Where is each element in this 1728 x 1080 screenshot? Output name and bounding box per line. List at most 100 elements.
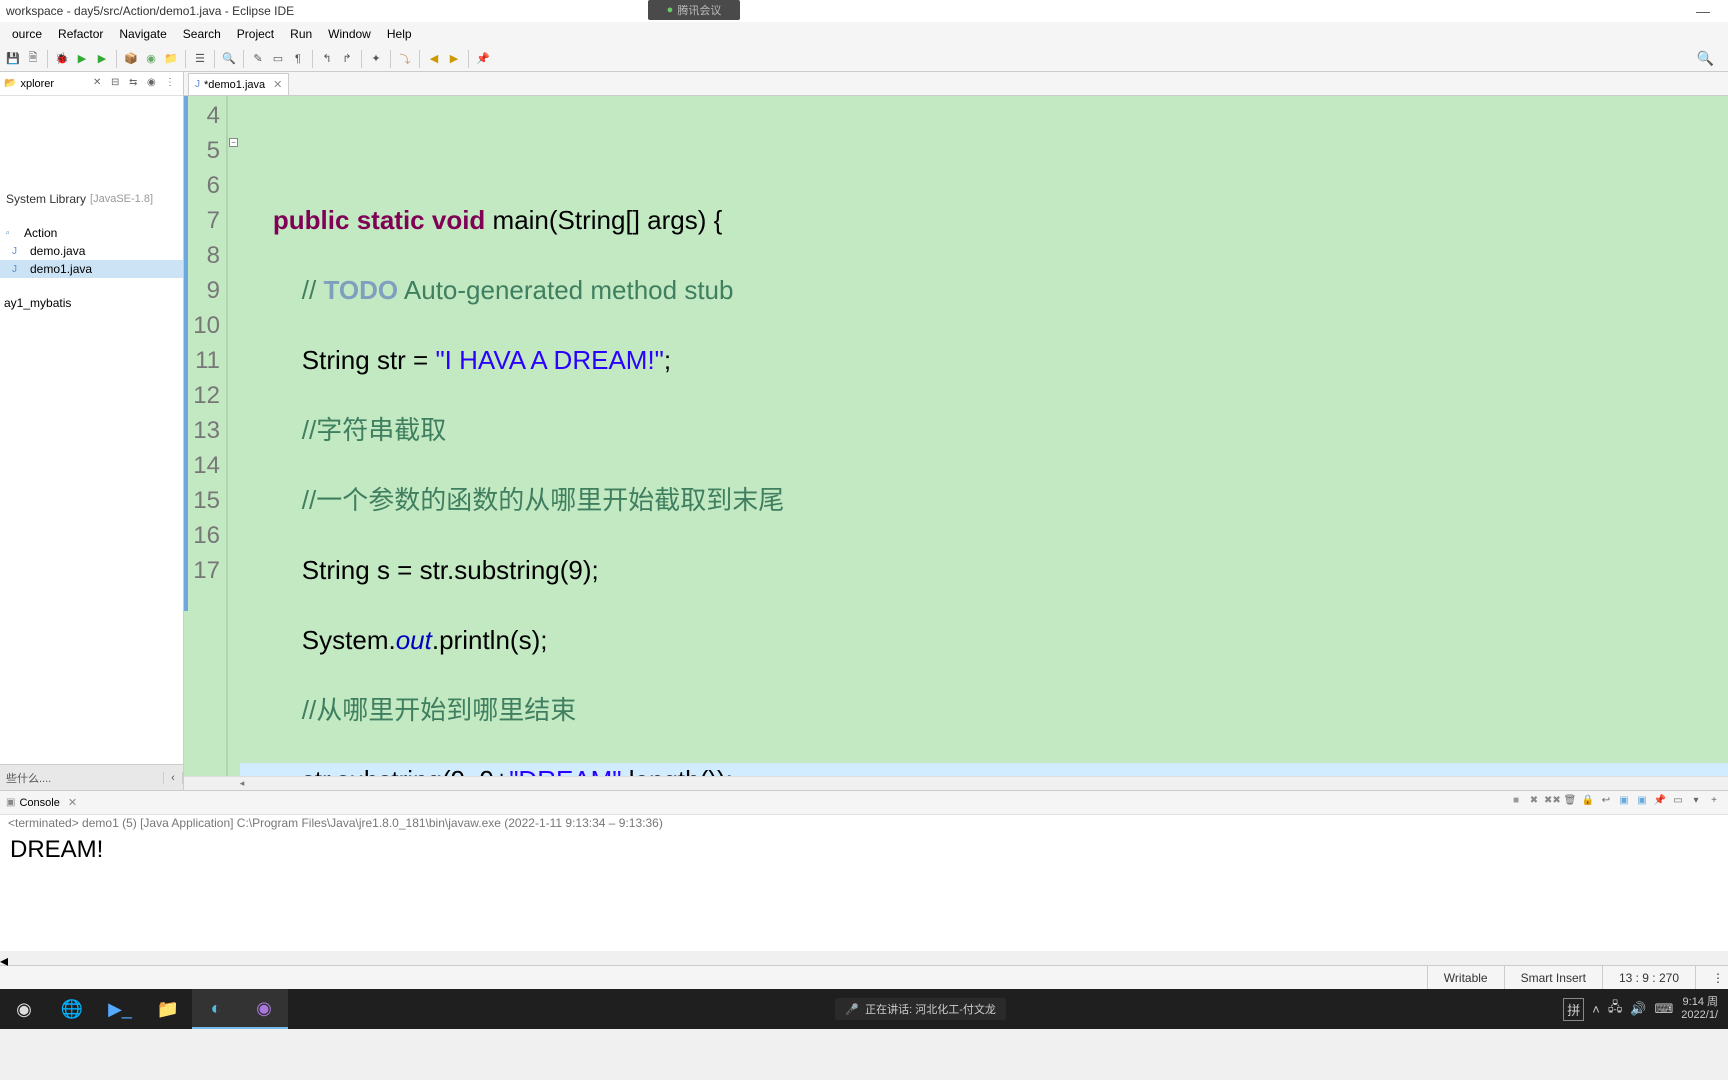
word-wrap-icon[interactable]: ↩ (1598, 795, 1614, 811)
console-close-icon[interactable]: ✕ (68, 796, 77, 809)
back-icon[interactable]: ◀ (425, 50, 443, 68)
scroll-left-icon[interactable]: ◂ (236, 778, 248, 790)
code-content[interactable]: public static void main(String[] args) {… (240, 96, 1728, 776)
code-line[interactable]: //一个参数的函数的从哪里开始截取到末尾 (240, 483, 1728, 518)
open-console-icon[interactable]: ▾ (1688, 795, 1704, 811)
code-line[interactable]: String s = str.substring(9); (240, 553, 1728, 588)
view-menu-icon[interactable]: ⋮ (165, 77, 179, 91)
pin-console-icon[interactable]: 📌 (1652, 795, 1668, 811)
focus-icon[interactable]: ◉ (147, 77, 161, 91)
code-editor[interactable]: 4 5 6 7 8 9 10 11 12 13 14 15 16 17 − pu… (184, 96, 1728, 776)
toolbar-separator (116, 50, 117, 68)
editor-h-scrollbar[interactable]: ◂ (184, 776, 1728, 790)
taskbar-eclipse-icon[interactable]: ◉ (240, 989, 288, 1029)
debug-icon[interactable]: 🐞 (53, 50, 71, 68)
code-line[interactable]: //字符串截取 (240, 413, 1728, 448)
remove-launch-icon[interactable]: ✖ (1526, 795, 1542, 811)
menu-refactor[interactable]: Refactor (50, 24, 111, 44)
fold-column[interactable]: − (228, 96, 240, 776)
scroll-lock-icon[interactable]: 🔒 (1580, 795, 1596, 811)
taskbar-powershell-icon[interactable]: ▶_ (96, 989, 144, 1029)
console-tab[interactable]: ▣ Console ✕ (0, 796, 83, 809)
file-demo-java[interactable]: J demo.java (0, 242, 183, 260)
menu-search[interactable]: Search (175, 24, 229, 44)
last-edit-icon[interactable]: ✦ (367, 50, 385, 68)
jre-system-library[interactable]: System Library [JavaSE-1.8] (0, 190, 183, 208)
link-editor-icon[interactable]: ⇆ (129, 77, 143, 91)
quick-access-search-icon[interactable]: 🔍 (1697, 50, 1714, 67)
show-on-out-icon[interactable]: ▣ (1616, 795, 1632, 811)
speaking-indicator[interactable]: 🎤 正在讲话: 河北化工-付文龙 (835, 998, 1005, 1020)
show-on-err-icon[interactable]: ▣ (1634, 795, 1650, 811)
code-line[interactable] (240, 133, 1728, 168)
code-line[interactable]: String str = "I HAVA A DREAM!"; (240, 343, 1728, 378)
taskbar-left: ◉ 🌐 ▶_ 📁 ◐ ◉ (0, 989, 288, 1029)
start-button[interactable]: ◉ (0, 989, 48, 1029)
footer-chevron-icon[interactable]: ‹ (163, 772, 183, 784)
new-console-icon[interactable]: + (1706, 795, 1722, 811)
clock-time: 9:14 周 (1681, 996, 1718, 1009)
fold-marker-icon[interactable]: − (229, 138, 238, 147)
package-explorer-icon: 📂 (4, 78, 16, 89)
code-line[interactable]: System.out.println(s); (240, 623, 1728, 658)
tray-keyboard-icon[interactable]: ⌨ (1655, 1001, 1674, 1017)
remove-all-icon[interactable]: ✖✖ (1544, 795, 1560, 811)
search-icon[interactable]: 🔍 (220, 50, 238, 68)
editor-tab-demo1[interactable]: J *demo1.java ✕ (188, 73, 289, 95)
open-type-icon[interactable]: ☰ (191, 50, 209, 68)
meeting-overlay[interactable]: ● 腾讯会议 (648, 0, 740, 20)
explorer-close-icon[interactable]: ✕ (93, 77, 107, 91)
library-label: System Library (6, 192, 86, 206)
footer-text: 些什么.... (0, 770, 163, 786)
editor-area: J *demo1.java ✕ 4 5 6 7 8 9 10 11 12 13 … (184, 72, 1728, 790)
window-minimize-button[interactable]: — (1696, 3, 1710, 19)
menu-project[interactable]: Project (229, 24, 282, 44)
step-filter-icon[interactable]: ⤵ (396, 50, 414, 68)
menu-help[interactable]: Help (379, 24, 420, 44)
menu-run[interactable]: Run (282, 24, 320, 44)
project-mybatis[interactable]: ay1_mybatis (0, 294, 183, 312)
menu-window[interactable]: Window (320, 24, 379, 44)
tray-network-icon[interactable]: 🖧 (1608, 998, 1623, 1020)
toggle-mark-icon[interactable]: ✎ (249, 50, 267, 68)
save-icon[interactable]: 💾 (4, 50, 22, 68)
coverage-icon[interactable]: ▶ (93, 50, 111, 68)
tray-volume-icon[interactable]: 🔊 (1630, 1001, 1646, 1017)
pin-editor-icon[interactable]: 📌 (474, 50, 492, 68)
forward-icon[interactable]: ▶ (445, 50, 463, 68)
display-selected-icon[interactable]: ▭ (1670, 795, 1686, 811)
run-icon[interactable]: ▶ (73, 50, 91, 68)
tab-close-icon[interactable]: ✕ (273, 78, 282, 91)
menu-source[interactable]: ource (4, 24, 50, 44)
console-output[interactable]: DREAM! (0, 831, 1728, 951)
taskbar-edge-icon[interactable]: 🌐 (48, 989, 96, 1029)
code-line[interactable]: // TODO Auto-generated method stub (240, 273, 1728, 308)
menu-navigate[interactable]: Navigate (111, 24, 174, 44)
package-action[interactable]: ▫ Action (0, 224, 183, 242)
new-package-icon[interactable]: 📦 (122, 50, 140, 68)
code-line[interactable]: //从哪里开始到哪里结束 (240, 693, 1728, 728)
taskbar-clock[interactable]: 9:14 周 2022/1/ (1681, 996, 1718, 1022)
explorer-tree[interactable]: System Library [JavaSE-1.8] ▫ Action J d… (0, 96, 183, 764)
meeting-mic-icon: ● (667, 4, 674, 16)
taskbar-meeting-icon[interactable]: ◐ (192, 989, 240, 1029)
terminate-icon[interactable]: ■ (1508, 795, 1524, 811)
code-line-current[interactable]: str.substring(9, 9+"DREAM".length()); (240, 763, 1728, 776)
clear-console-icon[interactable]: 🗑 (1562, 795, 1578, 811)
line-number-gutter[interactable]: 4 5 6 7 8 9 10 11 12 13 14 15 16 17 (188, 96, 228, 776)
scroll-left-icon[interactable]: ◂ (0, 951, 1728, 971)
console-h-scrollbar[interactable]: ◂ (0, 951, 1728, 965)
code-line[interactable]: public static void main(String[] args) { (240, 203, 1728, 238)
taskbar-explorer-icon[interactable]: 📁 (144, 989, 192, 1029)
tray-chevron-icon[interactable]: ˄ (1592, 1002, 1600, 1017)
file-demo1-java[interactable]: J demo1.java (0, 260, 183, 278)
new-folder-icon[interactable]: 📁 (162, 50, 180, 68)
ime-indicator[interactable]: 拼 (1563, 998, 1584, 1021)
annotation-prev-icon[interactable]: ↰ (318, 50, 336, 68)
save-all-icon[interactable]: 🗎 (24, 50, 42, 68)
toggle-block-icon[interactable]: ▭ (269, 50, 287, 68)
new-class-icon[interactable]: ◉ (142, 50, 160, 68)
show-whitespace-icon[interactable]: ¶ (289, 50, 307, 68)
collapse-all-icon[interactable]: ⊟ (111, 77, 125, 91)
annotation-next-icon[interactable]: ↱ (338, 50, 356, 68)
